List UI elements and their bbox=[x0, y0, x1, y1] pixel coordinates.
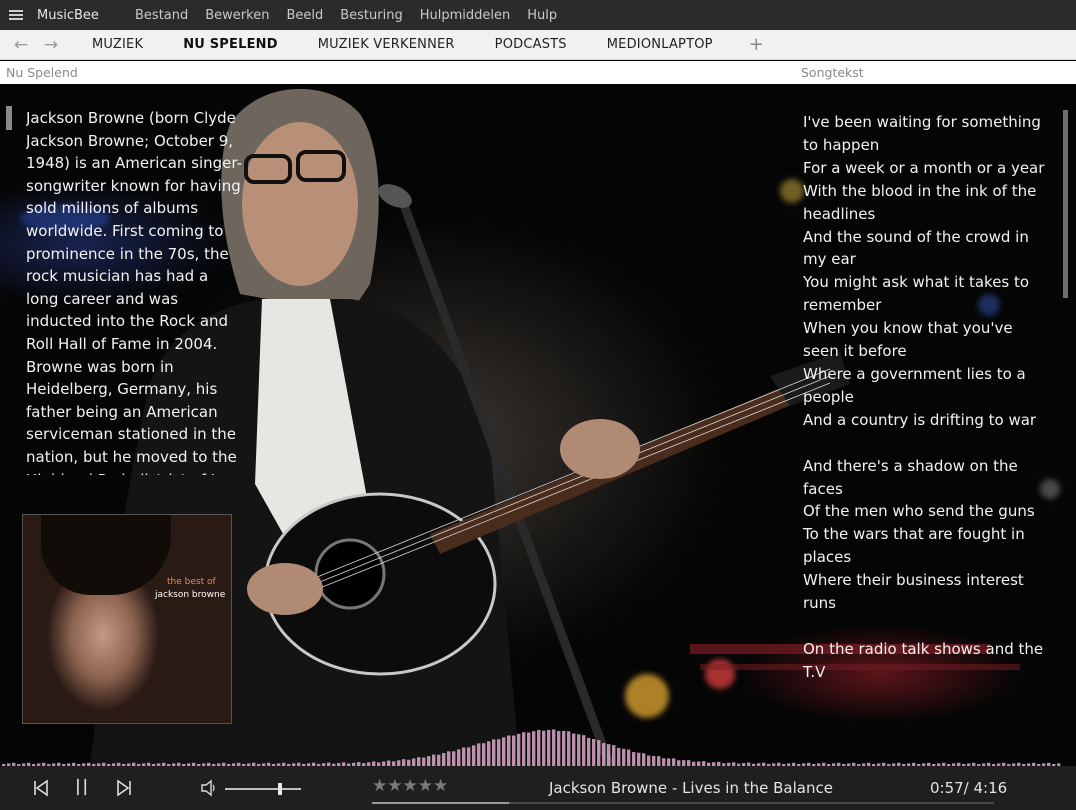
now-playing-area: Jackson Browne (born Clyde Jackson Brown… bbox=[0, 84, 1076, 766]
visualizer-bar bbox=[672, 758, 676, 766]
visualizer-bar bbox=[617, 747, 621, 766]
visualizer-bar bbox=[592, 739, 596, 766]
arrow-right-icon[interactable]: → bbox=[36, 35, 66, 55]
tab-muziek-verkenner[interactable]: MUZIEK VERKENNER bbox=[298, 37, 475, 52]
visualizer-bar bbox=[452, 751, 456, 766]
tab-nu-spelend[interactable]: NU SPELEND bbox=[163, 37, 298, 52]
visualizer-bar bbox=[502, 737, 506, 766]
rating-stars[interactable]: ★★★★★ bbox=[372, 776, 448, 796]
visualizer-bar bbox=[582, 735, 586, 766]
visualizer-bar bbox=[482, 743, 486, 766]
visualizer-bar bbox=[432, 754, 436, 766]
visualizer-bar bbox=[572, 733, 576, 766]
visualizer-bar bbox=[667, 758, 671, 766]
visualizer-bar bbox=[557, 730, 561, 766]
visualizer-bar bbox=[657, 756, 661, 766]
visualizer-bar bbox=[527, 732, 531, 766]
lyrics-panel-header: Songtekst bbox=[801, 65, 864, 80]
visualizer-bar bbox=[507, 735, 511, 766]
visualizer-bar bbox=[492, 739, 496, 766]
menu-hulp[interactable]: Hulp bbox=[527, 8, 557, 23]
visualizer-bar bbox=[637, 752, 641, 766]
tab-muziek[interactable]: MUZIEK bbox=[72, 37, 163, 52]
tab-medionlaptop[interactable]: MEDIONLAPTOP bbox=[587, 37, 733, 52]
visualizer-bar bbox=[532, 731, 536, 766]
visualizer-bar bbox=[642, 753, 646, 766]
visualizer-bar bbox=[447, 751, 451, 766]
bio-scrollbar[interactable] bbox=[6, 106, 12, 130]
visualizer-bar bbox=[627, 749, 631, 766]
album-cover[interactable]: the best of jackson browne bbox=[22, 514, 232, 724]
visualizer-bar bbox=[607, 744, 611, 766]
visualizer-bar bbox=[542, 730, 546, 766]
tab-bar: ← → MUZIEK NU SPELEND MUZIEK VERKENNER P… bbox=[0, 30, 1076, 60]
volume-icon[interactable] bbox=[200, 779, 218, 797]
volume-slider[interactable] bbox=[225, 788, 301, 790]
visualizer-bar bbox=[552, 729, 556, 766]
visualizer-bar bbox=[477, 743, 481, 766]
visualizer-bar bbox=[467, 747, 471, 766]
visualizer-bar bbox=[647, 755, 651, 766]
lyrics-text: I've been waiting for something to happe… bbox=[803, 113, 1045, 681]
visualizer-bar bbox=[417, 757, 421, 766]
menu-bestand[interactable]: Bestand bbox=[135, 8, 188, 23]
progress-fill bbox=[372, 802, 509, 804]
visualizer-bar bbox=[472, 745, 476, 766]
spectrum-visualizer bbox=[2, 729, 1061, 766]
visualizer-bar bbox=[622, 748, 626, 766]
visualizer-bar bbox=[497, 739, 501, 766]
visualizer-bar bbox=[587, 737, 591, 766]
visualizer-bar bbox=[652, 755, 656, 766]
add-tab-icon[interactable]: + bbox=[749, 34, 764, 55]
visualizer-bar bbox=[422, 757, 426, 766]
visualizer-bar bbox=[512, 735, 516, 766]
playback-time: 0:57/ 4:16 bbox=[930, 779, 1008, 797]
visualizer-bar bbox=[437, 754, 441, 766]
artist-biography: Jackson Browne (born Clyde Jackson Brown… bbox=[26, 109, 243, 475]
visualizer-bar bbox=[547, 729, 551, 766]
visualizer-bar bbox=[612, 745, 616, 766]
album-cover-line-2: jackson browne bbox=[155, 590, 226, 600]
visualizer-bar bbox=[402, 759, 406, 766]
visualizer-bar bbox=[662, 758, 666, 766]
visualizer-bar bbox=[462, 747, 466, 766]
next-icon[interactable] bbox=[116, 779, 132, 797]
lyrics-scrollbar[interactable] bbox=[1063, 110, 1068, 298]
visualizer-bar bbox=[567, 731, 571, 766]
menu-beeld[interactable]: Beeld bbox=[286, 8, 323, 23]
visualizer-bar bbox=[632, 752, 636, 766]
visualizer-bar bbox=[517, 733, 521, 766]
cover-hair-shape bbox=[41, 515, 171, 595]
panel-header-bar: Nu Spelend Songtekst bbox=[0, 61, 1076, 84]
now-playing-title: Jackson Browne - Lives in the Balance bbox=[549, 779, 833, 797]
menu-besturing[interactable]: Besturing bbox=[340, 8, 402, 23]
hamburger-menu-icon[interactable] bbox=[9, 10, 23, 20]
progress-bar[interactable] bbox=[372, 802, 994, 804]
app-title: MusicBee bbox=[37, 7, 99, 23]
previous-icon[interactable] bbox=[33, 779, 49, 797]
visualizer-bar bbox=[562, 730, 566, 766]
menu-hulpmiddelen[interactable]: Hulpmiddelen bbox=[420, 8, 511, 23]
album-cover-line-1: the best of bbox=[167, 577, 216, 587]
visualizer-bar bbox=[537, 729, 541, 766]
arrow-left-icon[interactable]: ← bbox=[6, 35, 36, 55]
player-bar: ★★★★★ Jackson Browne - Lives in the Bala… bbox=[0, 766, 1076, 810]
title-menu-bar: MusicBee Bestand Bewerken Beeld Besturin… bbox=[0, 0, 1076, 30]
pause-icon[interactable] bbox=[74, 778, 90, 796]
visualizer-bar bbox=[427, 756, 431, 766]
visualizer-bar bbox=[602, 743, 606, 766]
volume-slider-thumb[interactable] bbox=[277, 783, 282, 795]
menu-bewerken[interactable]: Bewerken bbox=[205, 8, 269, 23]
now-playing-panel-header: Nu Spelend bbox=[6, 65, 78, 80]
visualizer-bar bbox=[457, 749, 461, 766]
visualizer-bar bbox=[442, 753, 446, 766]
visualizer-bar bbox=[487, 741, 491, 766]
tab-podcasts[interactable]: PODCASTS bbox=[475, 37, 587, 52]
visualizer-bar bbox=[577, 734, 581, 766]
visualizer-bar bbox=[597, 740, 601, 766]
visualizer-bar bbox=[412, 758, 416, 766]
visualizer-bar bbox=[522, 732, 526, 766]
